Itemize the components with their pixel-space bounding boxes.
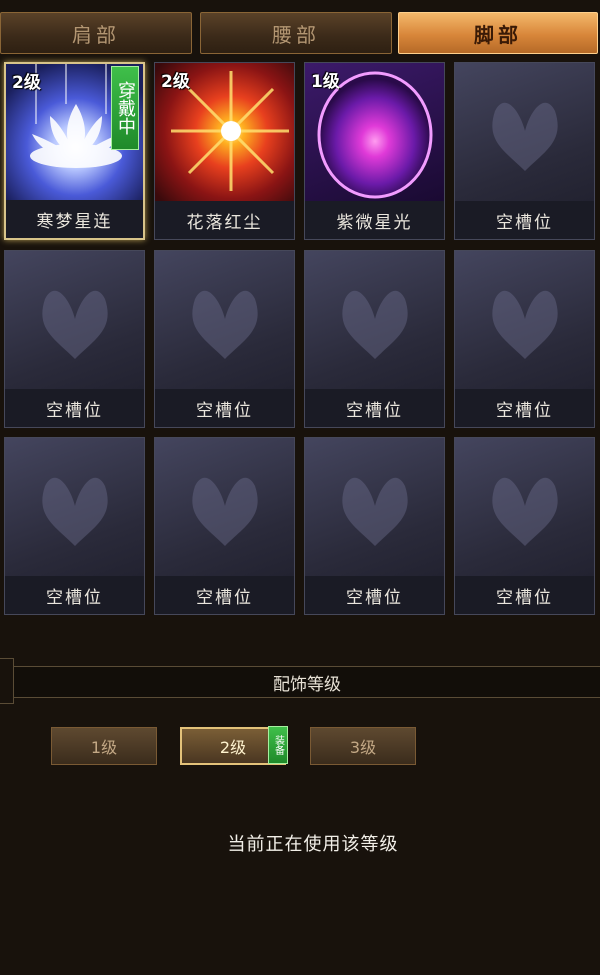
accessory-grid: 2级 穿戴中 寒梦星连 2级 花落红尘 1级 紫微星光 空槽位 空槽位 空槽位 … bbox=[4, 62, 596, 617]
empty-slot[interactable]: 空槽位 bbox=[154, 250, 295, 428]
tab-label: 脚部 bbox=[474, 22, 522, 47]
tab-feet[interactable]: 脚部 bbox=[398, 12, 598, 54]
empty-slot[interactable]: 空槽位 bbox=[304, 437, 445, 615]
slot-name: 空槽位 bbox=[455, 389, 594, 427]
slot-name: 空槽位 bbox=[5, 389, 144, 427]
equipped-badge: 穿戴中 bbox=[111, 66, 139, 150]
butterfly-placeholder-icon bbox=[42, 477, 108, 546]
butterfly-placeholder-icon bbox=[342, 477, 408, 546]
butterfly-placeholder-icon bbox=[492, 290, 558, 359]
slot-name: 空槽位 bbox=[5, 576, 144, 614]
butterfly-placeholder-icon bbox=[192, 290, 258, 359]
slot-level: 2级 bbox=[161, 72, 190, 92]
status-text: 当前正在使用该等级 bbox=[227, 834, 399, 855]
butterfly-placeholder-icon bbox=[342, 290, 408, 359]
empty-slot[interactable]: 空槽位 bbox=[454, 250, 595, 428]
slot-name: 紫微星光 bbox=[305, 201, 444, 239]
accessory-slot[interactable]: 2级 花落红尘 bbox=[154, 62, 295, 240]
slot-level: 1级 bbox=[311, 72, 340, 92]
panel-decoration bbox=[0, 658, 14, 704]
empty-slot[interactable]: 空槽位 bbox=[4, 437, 145, 615]
slot-name: 空槽位 bbox=[155, 389, 294, 427]
butterfly-placeholder-icon bbox=[42, 290, 108, 359]
level-button-3[interactable]: 3级 bbox=[310, 727, 416, 765]
empty-slot[interactable]: 空槽位 bbox=[304, 250, 445, 428]
panel-title: 配饰等级 bbox=[14, 666, 600, 698]
accessory-tabs: 肩部 腰部 脚部 bbox=[0, 12, 600, 58]
slot-level: 2级 bbox=[12, 73, 41, 93]
slot-name: 空槽位 bbox=[455, 576, 594, 614]
empty-slot[interactable]: 空槽位 bbox=[454, 62, 595, 240]
slot-name: 花落红尘 bbox=[155, 201, 294, 239]
slot-name: 空槽位 bbox=[305, 576, 444, 614]
slot-name: 空槽位 bbox=[305, 389, 444, 427]
tab-shoulder[interactable]: 肩部 bbox=[0, 12, 192, 54]
butterfly-placeholder-icon bbox=[192, 477, 258, 546]
tab-label: 肩部 bbox=[72, 22, 120, 47]
slot-name: 空槽位 bbox=[155, 576, 294, 614]
empty-slot[interactable]: 空槽位 bbox=[4, 250, 145, 428]
accessory-slot[interactable]: 1级 紫微星光 bbox=[304, 62, 445, 240]
empty-slot[interactable]: 空槽位 bbox=[454, 437, 595, 615]
empty-slot[interactable]: 空槽位 bbox=[154, 437, 295, 615]
slot-name: 空槽位 bbox=[455, 201, 594, 239]
equip-badge: 装备 bbox=[268, 726, 288, 764]
butterfly-placeholder-icon bbox=[492, 477, 558, 546]
tab-label: 腰部 bbox=[272, 22, 320, 47]
slot-name: 寒梦星连 bbox=[6, 200, 143, 238]
tab-waist[interactable]: 腰部 bbox=[200, 12, 392, 54]
butterfly-placeholder-icon bbox=[492, 102, 558, 171]
level-button-1[interactable]: 1级 bbox=[51, 727, 157, 765]
accessory-slot[interactable]: 2级 穿戴中 寒梦星连 bbox=[4, 62, 145, 240]
